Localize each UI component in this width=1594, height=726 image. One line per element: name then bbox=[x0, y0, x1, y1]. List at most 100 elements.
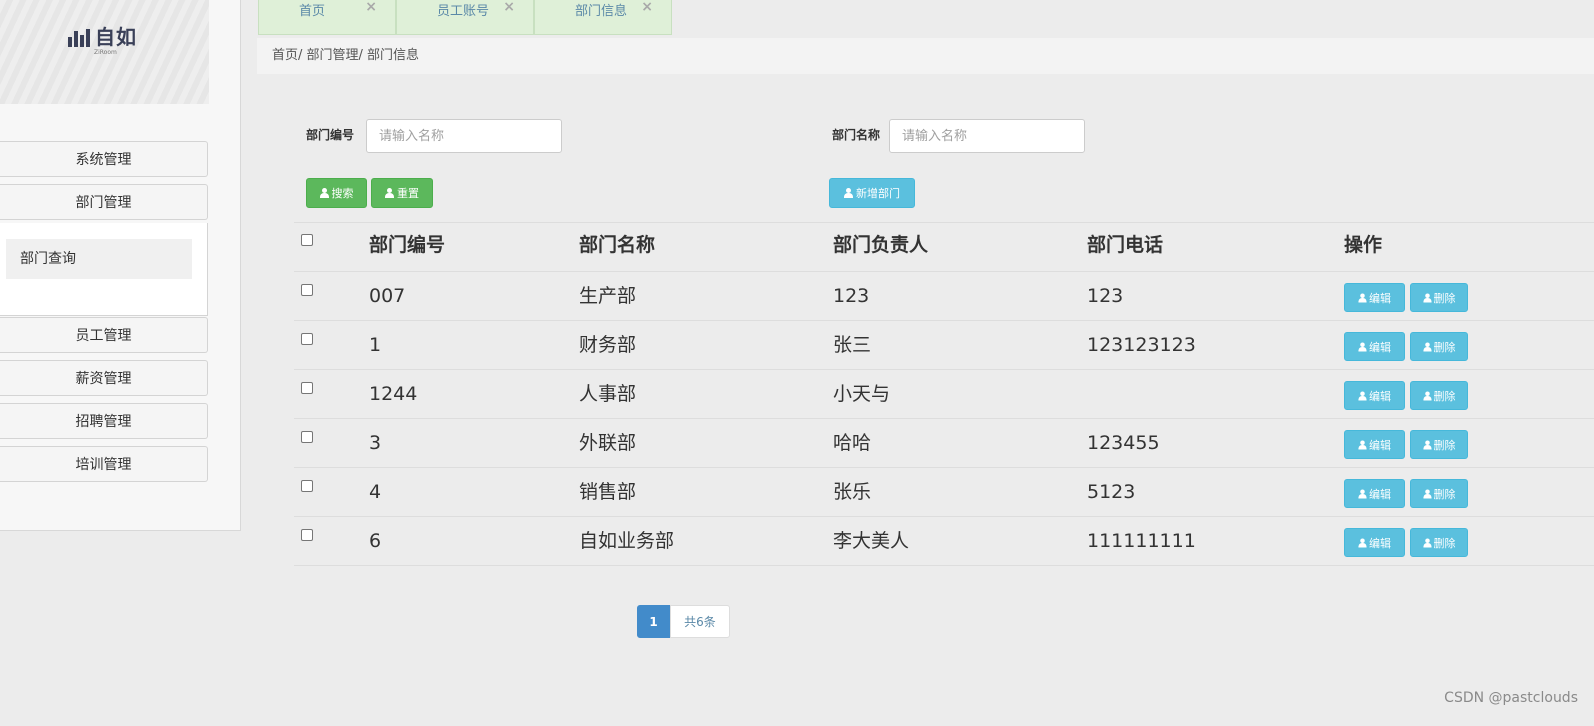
delete-button[interactable]: 删除 bbox=[1410, 381, 1468, 410]
edit-button-label: 编辑 bbox=[1369, 438, 1391, 452]
tab-department-info[interactable]: 部门信息 × bbox=[534, 0, 672, 35]
search-button-label: 搜索 bbox=[331, 187, 354, 200]
cell-dept-phone: 123123123 bbox=[1087, 334, 1196, 356]
reset-button-label: 重置 bbox=[397, 187, 419, 200]
cell-dept-manager: 李大美人 bbox=[833, 530, 910, 552]
cell-dept-no: 1244 bbox=[369, 383, 418, 405]
page-button-current[interactable]: 1 bbox=[637, 605, 670, 638]
submenu-item-department-query[interactable]: 部门查询 bbox=[6, 239, 192, 279]
header-dept-name: 部门名称 bbox=[579, 234, 656, 256]
row-checkbox[interactable] bbox=[301, 431, 313, 443]
edit-button[interactable]: 编辑 bbox=[1344, 479, 1405, 508]
table-row: 4 销售部 张乐 5123 编辑 删除 bbox=[294, 468, 1594, 517]
user-icon bbox=[1358, 489, 1367, 498]
header-dept-phone: 部门电话 bbox=[1087, 234, 1164, 256]
edit-button[interactable]: 编辑 bbox=[1344, 283, 1405, 312]
table-row: 007 生产部 123 123 编辑 删除 bbox=[294, 272, 1594, 321]
table-row: 1 财务部 张三 123123123 编辑 删除 bbox=[294, 321, 1594, 370]
reset-button[interactable]: 重置 bbox=[371, 178, 433, 208]
logo-subtext: ZiRoom bbox=[94, 49, 117, 56]
user-icon bbox=[1422, 538, 1432, 547]
delete-button-label: 删除 bbox=[1433, 438, 1456, 452]
menu-item-training[interactable]: 培训管理 bbox=[0, 446, 208, 482]
edit-button-label: 编辑 bbox=[1369, 536, 1391, 550]
menu-item-department[interactable]: 部门管理 bbox=[0, 184, 208, 220]
tab-employee-account[interactable]: 员工账号 × bbox=[396, 0, 534, 35]
user-icon bbox=[1358, 391, 1367, 400]
tab-bar: 首页 × 员工账号 × 部门信息 × bbox=[258, 0, 672, 35]
menu-item-system[interactable]: 系统管理 bbox=[0, 141, 208, 177]
cell-dept-no: 3 bbox=[369, 432, 382, 454]
cell-dept-name: 销售部 bbox=[579, 481, 637, 503]
dept-no-input[interactable] bbox=[366, 119, 562, 153]
menu-item-recruit[interactable]: 招聘管理 bbox=[0, 403, 208, 439]
table-header: 部门编号 部门名称 部门负责人 部门电话 操作 bbox=[294, 222, 1594, 272]
tab-home[interactable]: 首页 × bbox=[258, 0, 396, 35]
edit-button[interactable]: 编辑 bbox=[1344, 381, 1405, 410]
breadcrumb: 首页/ 部门管理/ 部门信息 bbox=[257, 38, 1594, 74]
delete-button[interactable]: 删除 bbox=[1410, 430, 1468, 459]
row-checkbox[interactable] bbox=[301, 529, 313, 541]
user-icon bbox=[1422, 391, 1432, 400]
cell-dept-manager: 张乐 bbox=[833, 481, 872, 503]
delete-button[interactable]: 删除 bbox=[1410, 283, 1468, 312]
cell-dept-no: 4 bbox=[369, 481, 382, 503]
tab-label: 部门信息 bbox=[575, 4, 628, 19]
cell-dept-manager: 张三 bbox=[833, 334, 872, 356]
search-button[interactable]: 搜索 bbox=[306, 178, 367, 208]
close-icon[interactable]: × bbox=[503, 0, 515, 15]
user-icon bbox=[319, 188, 329, 198]
cell-dept-phone: 111111111 bbox=[1087, 530, 1196, 552]
edit-button[interactable]: 编辑 bbox=[1344, 332, 1405, 361]
department-table: 部门编号 部门名称 部门负责人 部门电话 操作 007 生产部 123 123 编辑 删除… bbox=[294, 222, 1594, 566]
delete-button-label: 删除 bbox=[1433, 389, 1456, 403]
close-icon[interactable]: × bbox=[641, 0, 653, 15]
menu-item-employee[interactable]: 员工管理 bbox=[0, 317, 208, 353]
row-checkbox[interactable] bbox=[301, 333, 313, 345]
table-row: 1244 人事部 小天与 编辑 删除 bbox=[294, 370, 1594, 419]
total-count: 共6条 bbox=[670, 605, 730, 638]
logo: 自如 ZiRoom bbox=[68, 27, 137, 56]
user-icon bbox=[1358, 440, 1367, 449]
add-department-button-label: 新增部门 bbox=[856, 187, 900, 200]
user-icon bbox=[1422, 489, 1432, 498]
user-icon bbox=[1422, 440, 1432, 449]
cell-dept-phone: 123 bbox=[1087, 285, 1124, 307]
close-icon[interactable]: × bbox=[365, 0, 377, 15]
delete-button-label: 删除 bbox=[1433, 340, 1456, 354]
cell-dept-name: 人事部 bbox=[579, 383, 637, 405]
select-all-checkbox[interactable] bbox=[301, 234, 313, 246]
user-icon bbox=[1422, 342, 1432, 351]
row-checkbox[interactable] bbox=[301, 480, 313, 492]
header-dept-manager: 部门负责人 bbox=[833, 234, 929, 256]
delete-button[interactable]: 删除 bbox=[1410, 479, 1468, 508]
delete-button[interactable]: 删除 bbox=[1410, 332, 1468, 361]
logo-bars-icon bbox=[68, 27, 90, 47]
edit-button-label: 编辑 bbox=[1369, 291, 1391, 305]
sidebar: 自如 ZiRoom 系统管理 部门管理 部门查询 员工管理 薪资管理 招聘管理 … bbox=[0, 0, 241, 531]
table-row: 3 外联部 哈哈 123455 编辑 删除 bbox=[294, 419, 1594, 468]
edit-button[interactable]: 编辑 bbox=[1344, 430, 1405, 459]
user-icon bbox=[1358, 293, 1367, 302]
tab-label: 首页 bbox=[299, 4, 326, 19]
cell-dept-no: 1 bbox=[369, 334, 382, 356]
cell-dept-name: 生产部 bbox=[579, 285, 637, 307]
add-department-button[interactable]: 新增部门 bbox=[829, 178, 915, 208]
row-checkbox[interactable] bbox=[301, 284, 313, 296]
delete-button[interactable]: 删除 bbox=[1410, 528, 1468, 557]
dept-name-input[interactable] bbox=[889, 119, 1085, 153]
department-submenu: 部门查询 bbox=[0, 223, 208, 316]
edit-button[interactable]: 编辑 bbox=[1344, 528, 1405, 557]
pagination: 1 共6条 bbox=[637, 605, 730, 638]
tab-label: 员工账号 bbox=[437, 4, 490, 19]
menu-item-salary[interactable]: 薪资管理 bbox=[0, 360, 208, 396]
header-dept-no: 部门编号 bbox=[369, 234, 446, 256]
delete-button-label: 删除 bbox=[1433, 536, 1456, 550]
watermark: CSDN @pastclouds bbox=[1444, 690, 1578, 706]
row-checkbox[interactable] bbox=[301, 382, 313, 394]
header-actions: 操作 bbox=[1344, 234, 1383, 256]
cell-dept-manager: 哈哈 bbox=[833, 432, 872, 454]
cell-dept-no: 007 bbox=[369, 285, 406, 307]
cell-dept-name: 财务部 bbox=[579, 334, 637, 356]
dept-name-label: 部门名称 bbox=[832, 128, 881, 142]
